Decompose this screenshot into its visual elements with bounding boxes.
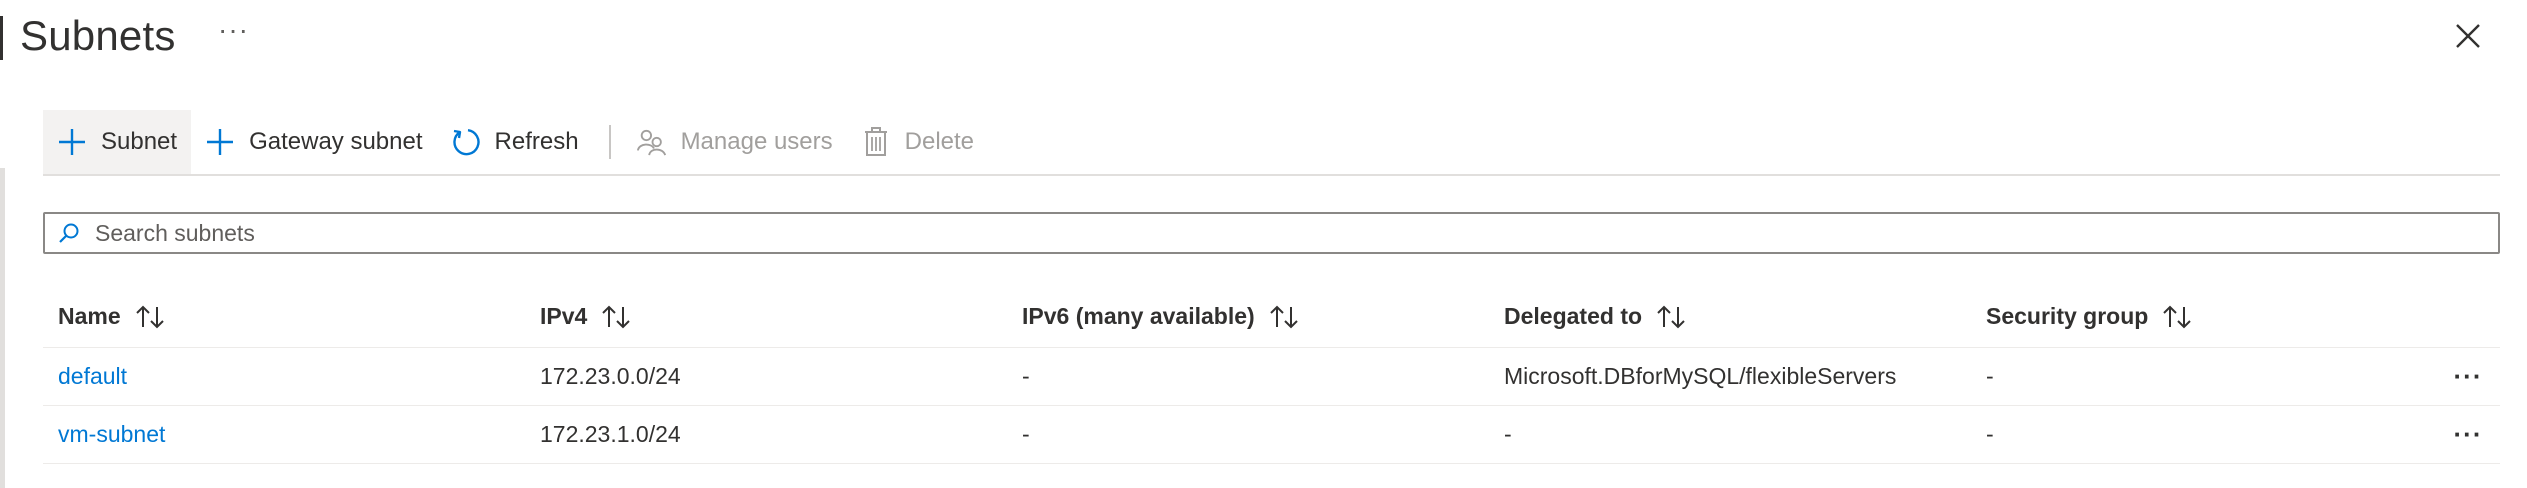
toolbar-divider: [608, 125, 611, 159]
sort-arrows-icon: [135, 305, 165, 329]
add-subnet-label: Subnet: [101, 128, 178, 155]
page-title: Subnets: [20, 12, 176, 59]
subnet-name-link[interactable]: default: [58, 348, 127, 405]
delete-label: Delete: [904, 128, 975, 155]
search-icon: [57, 221, 81, 245]
row-more-button[interactable]: ···: [2443, 406, 2493, 463]
ipv6-cell: -: [1022, 421, 1030, 447]
column-header-label: Delegated to: [1504, 303, 1643, 329]
delete-button[interactable]: Delete: [847, 110, 988, 174]
subnet-name-link[interactable]: vm-subnet: [58, 406, 165, 463]
subnets-table: Name IPv4 IPv6 (many available) Delegate…: [43, 286, 2500, 464]
add-subnet-button[interactable]: Subnet: [43, 110, 192, 174]
manage-users-label: Manage users: [680, 128, 833, 155]
title-accent-bar: [0, 16, 3, 60]
table-header-row: Name IPv4 IPv6 (many available) Delegate…: [43, 286, 2500, 348]
refresh-label: Refresh: [494, 128, 579, 155]
sort-arrows-icon: [2162, 305, 2192, 329]
left-gutter: [0, 168, 5, 488]
table-row: default 172.23.0.0/24 - Microsoft.DBforM…: [43, 348, 2500, 406]
title-more-button[interactable]: ···: [218, 14, 249, 46]
people-icon: [636, 127, 667, 157]
ipv4-cell: 172.23.0.0/24: [540, 363, 681, 389]
column-header-name[interactable]: Name: [58, 286, 165, 347]
delegated-to-cell: Microsoft.DBforMySQL/flexibleServers: [1504, 363, 1897, 389]
plus-icon: [205, 127, 235, 157]
subnets-blade: Subnets ··· Subnet Gateway subnet Refres…: [0, 0, 2527, 488]
command-bar: Subnet Gateway subnet Refresh Manage use…: [43, 110, 2500, 176]
plus-icon: [57, 127, 87, 157]
column-header-label: IPv6 (many available): [1022, 303, 1255, 329]
sort-arrows-icon: [1656, 305, 1686, 329]
close-button[interactable]: [2450, 18, 2486, 54]
security-group-cell: -: [1986, 363, 1994, 389]
column-header-delegated-to[interactable]: Delegated to: [1504, 286, 1686, 347]
column-header-security-group[interactable]: Security group: [1986, 286, 2192, 347]
table-row: vm-subnet 172.23.1.0/24 - - - ···: [43, 406, 2500, 464]
column-header-ipv6[interactable]: IPv6 (many available): [1022, 286, 1299, 347]
security-group-cell: -: [1986, 421, 1994, 447]
column-header-label: Name: [58, 303, 121, 329]
ipv6-cell: -: [1022, 363, 1030, 389]
search-input[interactable]: [93, 215, 2498, 251]
delegated-to-cell: -: [1504, 421, 1512, 447]
trash-icon: [861, 127, 891, 157]
sort-arrows-icon: [601, 305, 631, 329]
row-more-button[interactable]: ···: [2443, 348, 2493, 405]
search-box[interactable]: [43, 212, 2500, 254]
gateway-subnet-label: Gateway subnet: [249, 128, 423, 155]
close-icon: [2456, 24, 2480, 48]
refresh-button[interactable]: Refresh: [437, 110, 593, 174]
add-gateway-subnet-button[interactable]: Gateway subnet: [191, 110, 436, 174]
column-header-ipv4[interactable]: IPv4: [540, 286, 631, 347]
manage-users-button[interactable]: Manage users: [623, 110, 847, 174]
column-header-label: IPv4: [540, 303, 588, 329]
column-header-label: Security group: [1986, 303, 2149, 329]
ipv4-cell: 172.23.1.0/24: [540, 421, 681, 447]
sort-arrows-icon: [1269, 305, 1299, 329]
refresh-icon: [451, 127, 481, 157]
